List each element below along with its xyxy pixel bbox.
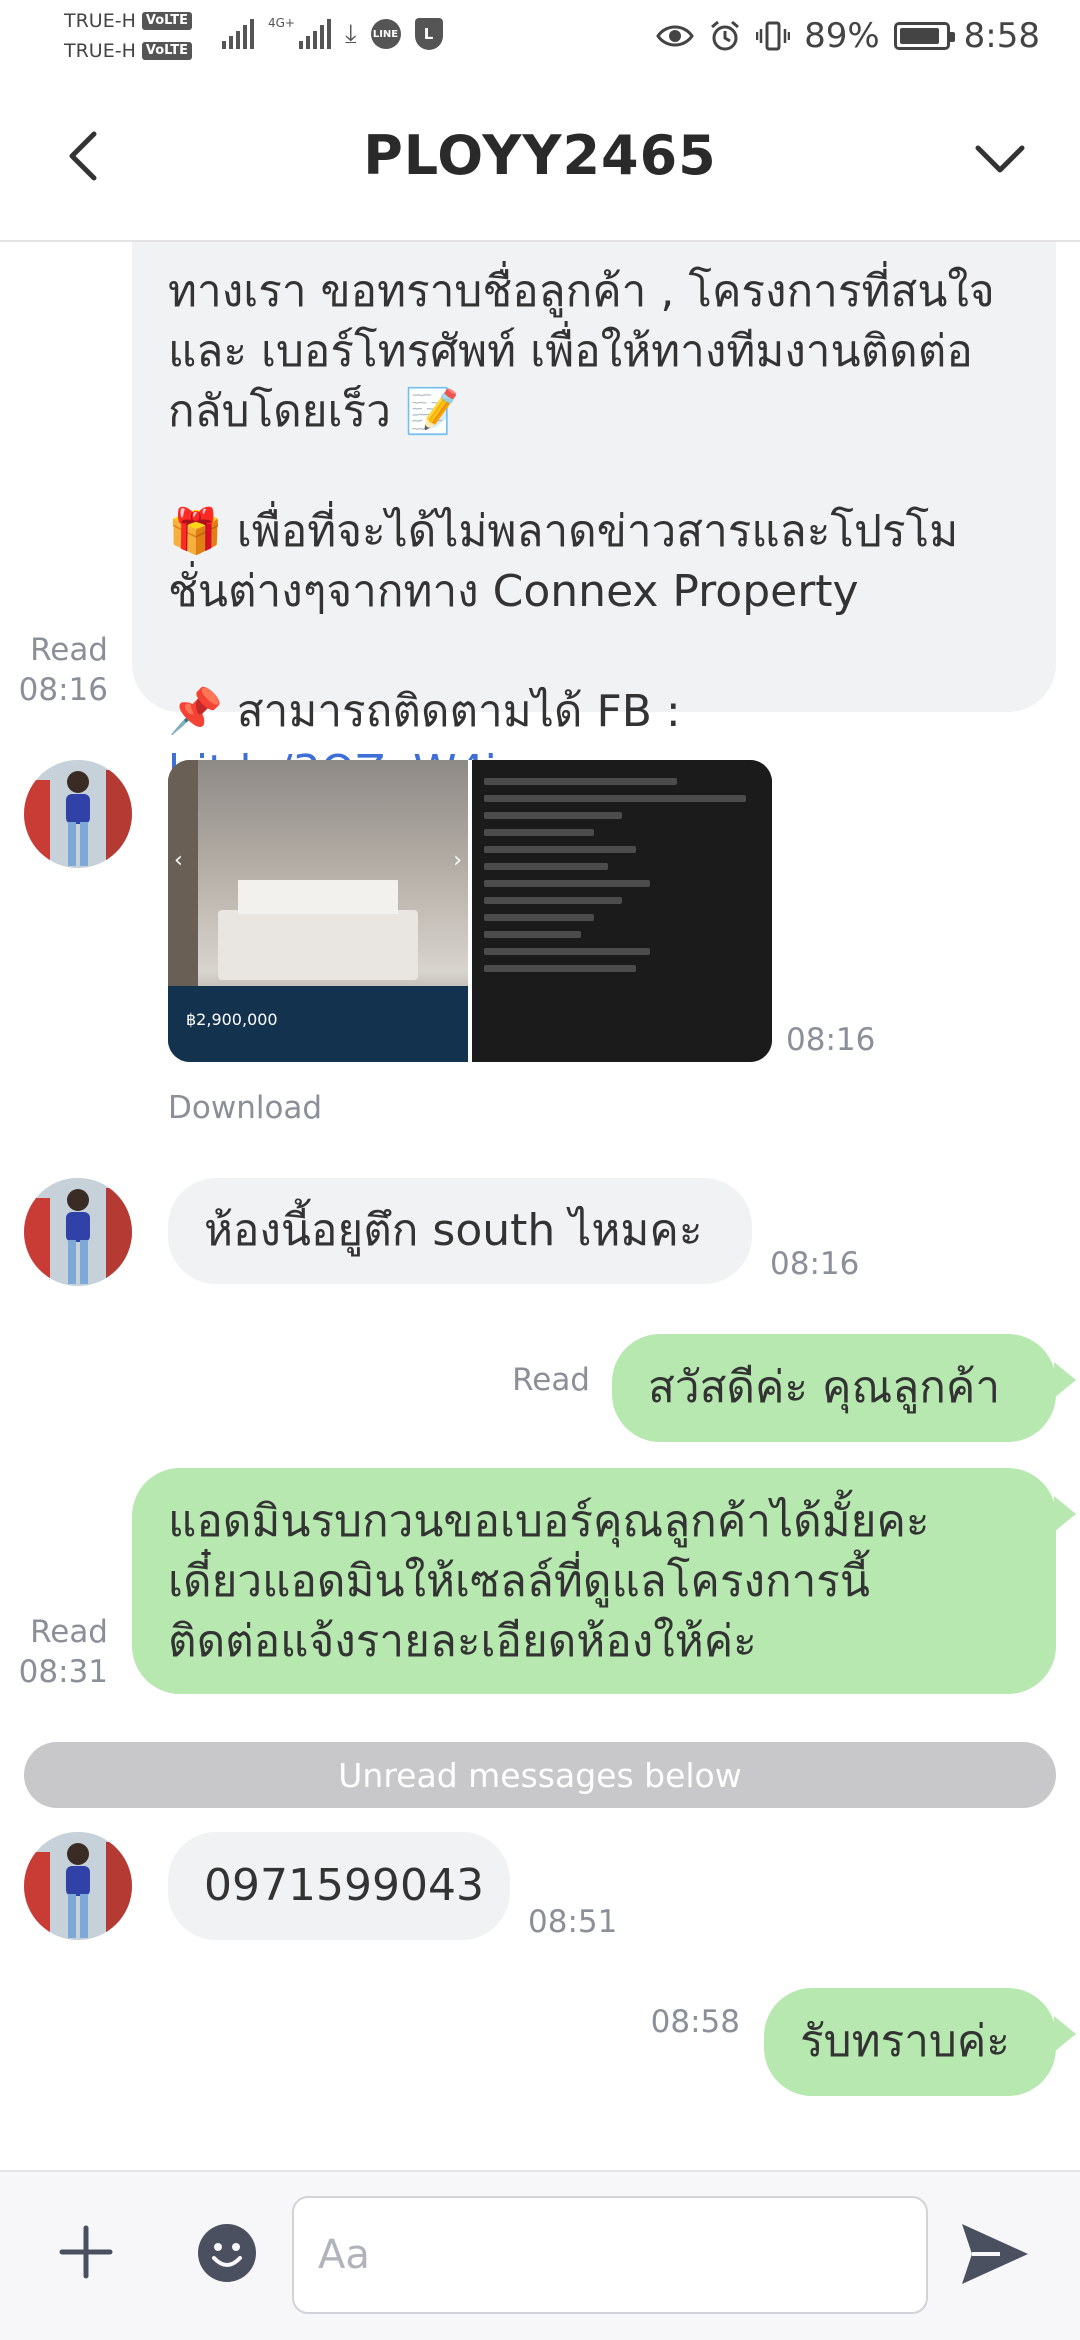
message-bubble[interactable]: ห้องนี้อยูตึก south ไหมคะ (168, 1178, 752, 1284)
avatar-image (24, 1178, 132, 1286)
signal-icon-2 (299, 19, 331, 49)
message-text: ทางเรา ขอทราบชื่อลูกค้า , โครงการที่สนใจ… (168, 266, 995, 437)
avatar-image (24, 1832, 132, 1940)
image-message[interactable]: ‹ › ฿2,900,000 (168, 760, 772, 1062)
message-bubble[interactable]: สวัสดีค่ะ คุณลูกค้า (612, 1334, 1056, 1442)
chat-title[interactable]: PLOYY2465 (0, 124, 1080, 187)
carrier-name-1: TRUE-H (64, 10, 136, 32)
signal-icon (222, 19, 254, 49)
eye-icon (656, 25, 694, 47)
message-bubble[interactable]: รับทราบค่ะ (764, 1988, 1056, 2096)
avatar-image (24, 760, 132, 868)
message-bubble[interactable]: 0971599043 (168, 1832, 510, 1940)
chevron-left-icon: ‹ (174, 848, 183, 873)
room-photo: ‹ › ฿2,900,000 (168, 760, 468, 1062)
read-receipt: Read 08:31 (18, 1614, 108, 1690)
message-text: รับทราบค่ะ (800, 2016, 1010, 2067)
price-bar: ฿2,900,000 (168, 986, 468, 1062)
volte-badge-2: VoLTE (141, 42, 193, 60)
message-bubble[interactable]: ทางเรา ขอทราบชื่อลูกค้า , โครงการที่สนใจ… (132, 242, 1056, 797)
carrier-info: TRUE-H VoLTE TRUE-H VoLTE (64, 6, 193, 66)
message-text: ห้องนี้อยูตึก south ไหมคะ (204, 1205, 703, 1256)
message-time: 08:16 (770, 1246, 860, 1282)
chevron-down-icon[interactable] (970, 128, 1030, 188)
clock: 8:58 (963, 16, 1040, 56)
message-list[interactable]: ทางเรา ขอทราบชื่อลูกค้า , โครงการที่สนใจ… (0, 242, 1080, 2170)
send-icon[interactable] (956, 2216, 1032, 2292)
message-input[interactable] (292, 2196, 928, 2314)
battery-icon (893, 22, 955, 50)
price-label: ฿2,900,000 (186, 1010, 278, 1029)
message-text: แอดมินรบกวนขอเบอร์คุณลูกค้าได้มั้ยคะ เดี… (168, 1496, 930, 1667)
avatar[interactable] (24, 1178, 132, 1286)
message-text: สวัสดีค่ะ คุณลูกค้า (648, 1362, 1001, 1413)
volte-badge-1: VoLTE (141, 12, 193, 30)
vibrate-icon (756, 21, 791, 51)
carrier-name-2: TRUE-H (64, 40, 136, 62)
battery-percent: 89% (804, 16, 880, 56)
avatar[interactable] (24, 1832, 132, 1940)
unread-divider: Unread messages below (24, 1742, 1056, 1808)
message-text: 🎁 เพื่อที่จะได้ไม่พลาดข่าวสารและโปรโม ชั… (168, 506, 959, 617)
plus-icon[interactable] (56, 2222, 116, 2282)
alarm-icon (711, 20, 740, 51)
download-icon: ⤓ (345, 19, 357, 49)
message-time: 08:58 (650, 2004, 740, 2040)
message-time: 08:51 (528, 1904, 618, 1940)
status-bar: TRUE-H VoLTE TRUE-H VoLTE 4G+ ⤓ LINE L 8… (0, 0, 1080, 76)
read-receipt: Read 08:16 (18, 632, 108, 708)
chat-header: PLOYY2465 (0, 76, 1080, 242)
listing-details (468, 760, 772, 1062)
read-receipt: Read (512, 1362, 590, 1398)
network-type: 4G+ (268, 16, 295, 30)
line-notification-icon: LINE (370, 19, 401, 49)
avatar[interactable] (24, 760, 132, 868)
l-notification-icon: L (414, 18, 443, 50)
message-time: 08:16 (786, 1022, 876, 1058)
phone-number[interactable]: 0971599043 (204, 1856, 484, 1916)
chevron-right-icon: › (453, 848, 462, 873)
message-text: 📌 สามารถติดตามได้ FB : (168, 686, 681, 737)
message-bubble[interactable]: แอดมินรบกวนขอเบอร์คุณลูกค้าได้มั้ยคะ เดี… (132, 1468, 1056, 1694)
battery-level (899, 28, 939, 44)
input-bar (0, 2170, 1080, 2340)
emoji-icon[interactable] (196, 2222, 258, 2284)
download-link[interactable]: Download (168, 1090, 322, 1126)
